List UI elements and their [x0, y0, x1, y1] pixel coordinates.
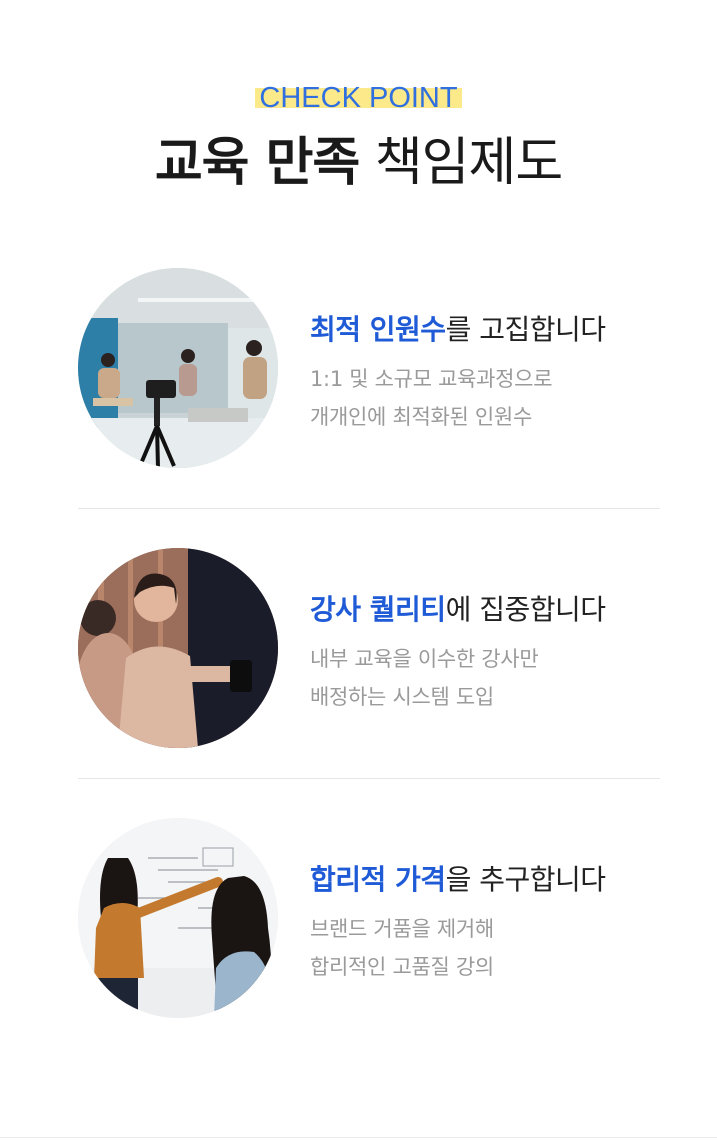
feature-item-headcount: 최적 인원수를 고집합니다 1:1 및 소규모 교육과정으로 개개인에 최적화된… [78, 268, 660, 468]
feature-description: 1:1 및 소규모 교육과정으로 개개인에 최적화된 인원수 [310, 360, 660, 436]
check-point-label: CHECK POINT [255, 80, 462, 116]
heading-rest: 을 추구합니다 [445, 863, 606, 896]
bottom-divider [0, 1137, 717, 1138]
divider [78, 778, 660, 779]
description-line: 브랜드 거품을 제거해 [310, 917, 494, 941]
feature-text: 강사 퀄리티에 집중합니다 내부 교육을 이수한 강사만 배정하는 시스템 도입 [310, 590, 660, 716]
feature-heading: 강사 퀄리티에 집중합니다 [310, 590, 660, 630]
feature-text: 합리적 가격을 추구합니다 브랜드 거품을 제거해 합리적인 고품질 강의 [310, 860, 660, 986]
description-line: 합리적인 고품질 강의 [310, 955, 494, 979]
heading-rest: 에 집중합니다 [445, 593, 606, 626]
title-bold: 교육 만족 [154, 133, 360, 193]
feature-heading: 최적 인원수를 고집합니다 [310, 310, 660, 350]
title-light: 책임제도 [374, 133, 563, 193]
instructor-photo [78, 548, 278, 748]
feature-description: 브랜드 거품을 제거해 합리적인 고품질 강의 [310, 910, 660, 986]
description-line: 내부 교육을 이수한 강사만 [310, 647, 539, 671]
feature-description: 내부 교육을 이수한 강사만 배정하는 시스템 도입 [310, 640, 660, 716]
page-title: 교육 만족 책임제도 [0, 128, 717, 198]
whiteboard-photo [78, 818, 278, 1018]
divider [78, 508, 660, 509]
feature-item-instructor: 강사 퀄리티에 집중합니다 내부 교육을 이수한 강사만 배정하는 시스템 도입 [78, 548, 660, 748]
heading-highlight: 최적 인원수 [310, 313, 446, 346]
heading-highlight: 강사 퀄리티 [310, 593, 446, 626]
description-line: 개개인에 최적화된 인원수 [310, 405, 532, 429]
feature-heading: 합리적 가격을 추구합니다 [310, 860, 660, 900]
feature-text: 최적 인원수를 고집합니다 1:1 및 소규모 교육과정으로 개개인에 최적화된… [310, 310, 660, 436]
classroom-photo [78, 268, 278, 468]
description-line: 배정하는 시스템 도입 [310, 685, 494, 709]
feature-item-price: 합리적 가격을 추구합니다 브랜드 거품을 제거해 합리적인 고품질 강의 [78, 818, 660, 1018]
eyebrow-wrap: CHECK POINT [0, 80, 717, 116]
heading-rest: 를 고집합니다 [445, 313, 606, 346]
description-line: 1:1 및 소규모 교육과정으로 [310, 367, 553, 391]
heading-highlight: 합리적 가격 [310, 863, 446, 896]
